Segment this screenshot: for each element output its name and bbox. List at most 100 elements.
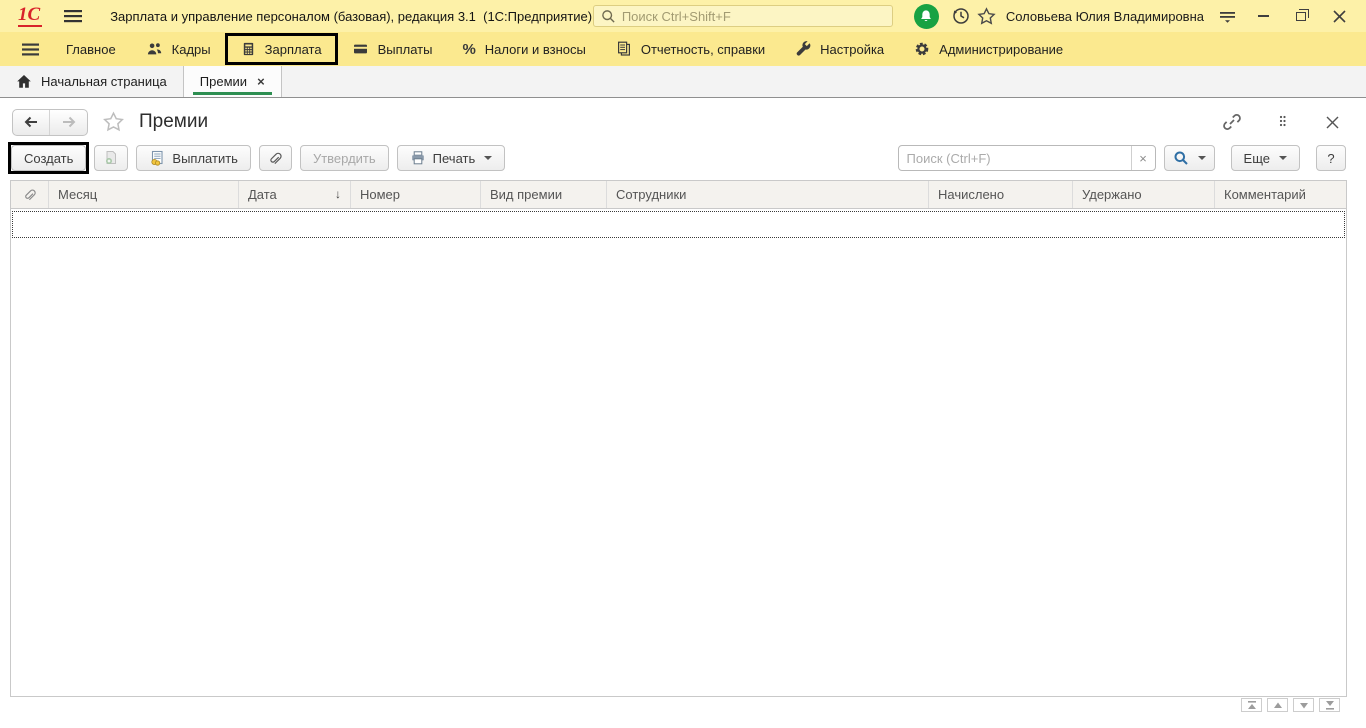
close-icon bbox=[1332, 9, 1346, 23]
find-button[interactable] bbox=[1163, 145, 1215, 171]
more-button-label: Еще bbox=[1243, 150, 1270, 166]
copy-button-disabled[interactable] bbox=[94, 145, 129, 171]
section-administrirovanie[interactable]: Администрирование bbox=[899, 34, 1078, 64]
close-window-button[interactable] bbox=[1324, 3, 1354, 29]
notifications-button[interactable] bbox=[913, 3, 939, 29]
history-icon bbox=[953, 8, 969, 24]
1c-logo: 1С bbox=[18, 4, 43, 27]
main-menu-icon[interactable] bbox=[10, 43, 51, 56]
section-glavnoe[interactable]: Главное bbox=[51, 34, 131, 64]
close-page-button[interactable] bbox=[1322, 112, 1342, 132]
premii-list-table: Месяц Дата ↓ Номер Вид премии Сотрудники… bbox=[10, 180, 1347, 697]
link-icon bbox=[1223, 114, 1241, 130]
section-label: Выплаты bbox=[377, 41, 433, 57]
section-label: Налоги и взносы bbox=[484, 41, 586, 57]
section-zarplata[interactable]: Зарплата bbox=[224, 33, 338, 65]
paperclip-icon bbox=[24, 189, 36, 201]
section-otchetnost[interactable]: Отчетность, справки bbox=[601, 34, 780, 64]
section-label: Главное bbox=[66, 41, 116, 57]
scroll-top-icon bbox=[1247, 700, 1256, 709]
gear-icon bbox=[915, 42, 929, 56]
more-button[interactable]: Еще bbox=[1230, 145, 1300, 171]
column-withheld[interactable]: Удержано bbox=[1073, 181, 1215, 208]
current-user-name[interactable]: Соловьева Юлия Владимировна bbox=[1006, 9, 1204, 24]
title-bar: 1С Зарплата и управление персоналом (баз… bbox=[0, 0, 1366, 32]
tab-label: Премии bbox=[199, 74, 248, 89]
system-menu-icon[interactable] bbox=[64, 9, 83, 23]
arrow-left-icon bbox=[24, 116, 37, 128]
bell-icon bbox=[921, 10, 932, 22]
people-icon bbox=[147, 43, 161, 55]
scroll-to-bottom-button[interactable] bbox=[1319, 698, 1340, 712]
get-link-button[interactable] bbox=[1222, 112, 1242, 132]
attachments-button[interactable] bbox=[258, 145, 292, 171]
pay-button[interactable]: Выплатить bbox=[136, 145, 251, 171]
page-header: Премии bbox=[0, 98, 1366, 140]
list-toolbar: Создать Выплатить Утвердить Печать × bbox=[0, 142, 1366, 174]
list-search-input[interactable] bbox=[898, 150, 1131, 166]
more-actions-button[interactable] bbox=[1272, 112, 1292, 132]
window-title: Зарплата и управление персоналом (базова… bbox=[110, 8, 593, 24]
section-label: Настройка bbox=[820, 41, 885, 57]
open-windows-tabbar: Начальная страница Премии × bbox=[0, 66, 1366, 98]
column-date-label: Дата bbox=[248, 187, 277, 202]
column-number[interactable]: Номер bbox=[351, 181, 481, 208]
column-month[interactable]: Месяц bbox=[49, 181, 239, 208]
add-to-favorites-button[interactable] bbox=[102, 111, 125, 133]
column-date[interactable]: Дата ↓ bbox=[239, 181, 351, 208]
favorites-button[interactable] bbox=[974, 3, 1000, 29]
search-icon bbox=[602, 9, 615, 23]
star-icon bbox=[977, 6, 996, 25]
scroll-down-button[interactable] bbox=[1293, 698, 1314, 712]
help-button[interactable]: ? bbox=[1316, 145, 1346, 171]
selected-empty-row[interactable] bbox=[12, 211, 1345, 238]
scroll-up-button[interactable] bbox=[1267, 698, 1288, 712]
section-vyplaty[interactable]: Выплаты bbox=[337, 34, 448, 64]
pay-button-label: Выплатить bbox=[172, 150, 238, 166]
clear-search-button[interactable]: × bbox=[1130, 146, 1155, 170]
section-label: Кадры bbox=[171, 41, 211, 57]
column-attachments[interactable] bbox=[11, 181, 49, 208]
column-comment[interactable]: Комментарий bbox=[1215, 181, 1346, 208]
paperclip-icon bbox=[270, 152, 282, 165]
dropdown-caret-icon bbox=[1197, 156, 1206, 160]
restore-icon bbox=[1296, 8, 1309, 21]
forward-button-disabled[interactable] bbox=[50, 110, 87, 135]
arrow-right-icon bbox=[62, 116, 75, 128]
column-employees[interactable]: Сотрудники bbox=[607, 181, 929, 208]
tab-close-icon[interactable]: × bbox=[257, 75, 265, 88]
toolbar-right-group: × Еще ? bbox=[897, 145, 1346, 171]
minimize-button[interactable] bbox=[1248, 3, 1278, 29]
section-nalogi[interactable]: % Налоги и взносы bbox=[447, 34, 600, 64]
section-kadry[interactable]: Кадры bbox=[131, 34, 226, 64]
scroll-bottom-icon bbox=[1325, 700, 1334, 710]
scroll-to-top-button[interactable] bbox=[1241, 698, 1262, 712]
user-menu-button[interactable] bbox=[1214, 3, 1240, 29]
tab-premii[interactable]: Премии × bbox=[183, 66, 282, 97]
approve-button-disabled[interactable]: Утвердить bbox=[299, 145, 389, 171]
page-title: Премии bbox=[139, 111, 209, 132]
printer-icon bbox=[411, 151, 424, 165]
table-header-row: Месяц Дата ↓ Номер Вид премии Сотрудники… bbox=[11, 181, 1346, 209]
list-search-box[interactable]: × bbox=[897, 145, 1156, 171]
section-label: Зарплата bbox=[264, 41, 322, 57]
calculator-icon bbox=[243, 42, 253, 56]
print-button[interactable]: Печать bbox=[396, 145, 506, 171]
column-bonus-kind[interactable]: Вид премии bbox=[481, 181, 607, 208]
back-button[interactable] bbox=[13, 109, 50, 135]
print-button-label: Печать bbox=[432, 150, 476, 166]
search-icon bbox=[1174, 151, 1188, 165]
home-icon bbox=[16, 74, 32, 89]
column-accrued[interactable]: Начислено bbox=[929, 181, 1073, 208]
global-search-input[interactable] bbox=[621, 8, 885, 24]
section-label: Отчетность, справки bbox=[640, 41, 766, 57]
global-search-box[interactable] bbox=[592, 5, 893, 27]
create-button[interactable]: Создать bbox=[11, 145, 87, 171]
history-button[interactable] bbox=[948, 3, 974, 29]
tab-home[interactable]: Начальная страница bbox=[0, 66, 184, 97]
restore-button[interactable] bbox=[1286, 3, 1316, 29]
sections-panel: Главное Кадры Зарплата Выплаты % Налоги … bbox=[0, 32, 1366, 66]
section-nastroyka[interactable]: Настройка bbox=[780, 34, 899, 64]
user-menu-icon bbox=[1219, 11, 1235, 23]
minimize-icon bbox=[1257, 15, 1269, 17]
